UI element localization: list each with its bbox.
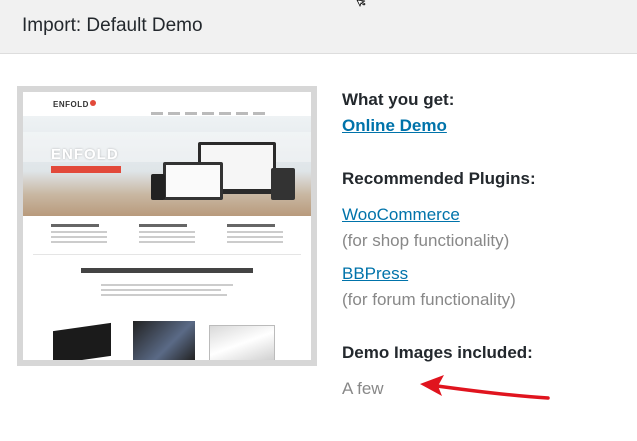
recommended-plugins-label: Recommended Plugins:: [342, 169, 536, 188]
bbpress-link[interactable]: BBPress: [342, 264, 408, 284]
preview-section-heading: [81, 268, 253, 273]
phone-image: [151, 174, 165, 200]
import-header: Import: Default Demo: [0, 0, 637, 54]
preview-hero: ENFOLD: [23, 116, 311, 216]
woocommerce-note: (for shop functionality): [342, 231, 510, 250]
demo-preview-image: ENFOLD ENFOLD: [17, 86, 317, 366]
bbpress-note: (for forum functionality): [342, 290, 516, 309]
preview-logo: ENFOLD: [53, 100, 96, 109]
mouse-cursor-icon: [356, 0, 366, 8]
tablet-image: [271, 168, 295, 200]
preview-gallery: [23, 317, 311, 360]
laptop-image: [163, 162, 223, 200]
demo-images-value: A few: [342, 379, 384, 398]
preview-section-text: [101, 284, 233, 299]
online-demo-link[interactable]: Online Demo: [342, 116, 447, 136]
preview-hero-title: ENFOLD: [51, 146, 119, 163]
preview-menu: [151, 102, 286, 115]
import-title: Import: Default Demo: [22, 15, 203, 36]
red-arrow-annotation-icon: [420, 375, 550, 400]
demo-images-label: Demo Images included:: [342, 343, 533, 362]
preview-features: [23, 216, 311, 250]
what-you-get-label: What you get:: [342, 90, 455, 109]
preview-nav-bar: ENFOLD: [23, 92, 311, 116]
woocommerce-link[interactable]: WooCommerce: [342, 205, 460, 225]
demo-screenshot: ENFOLD ENFOLD: [23, 92, 311, 360]
